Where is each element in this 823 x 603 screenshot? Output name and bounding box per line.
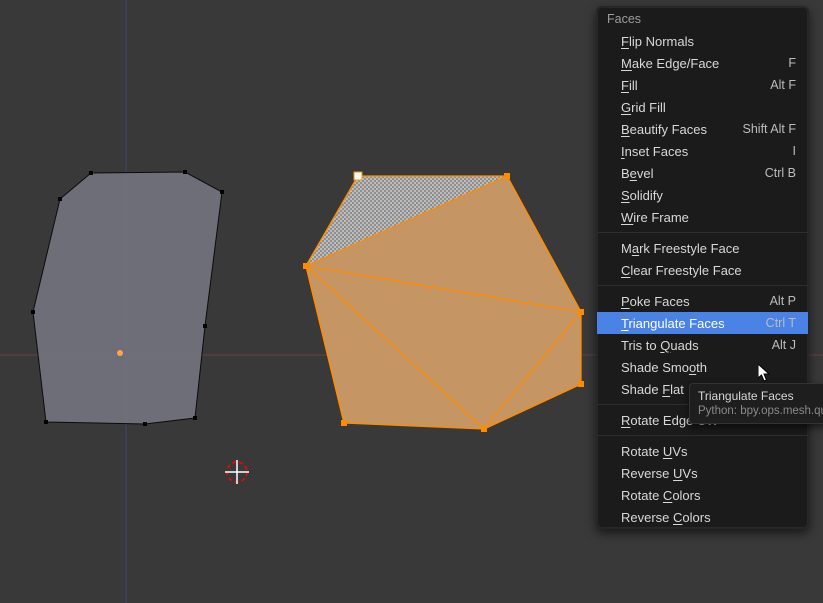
menu-item-mark-freestyle-face[interactable]: Mark Freestyle Face	[597, 237, 808, 259]
menu-item-label: Fill	[621, 78, 760, 93]
tooltip-python: Python: bpy.ops.mesh.quads_convert_to_tr…	[698, 405, 820, 417]
menu-item-label: Reverse UVs	[621, 466, 786, 481]
menu-item-label: Poke Faces	[621, 294, 760, 309]
menu-item-rotate-colors[interactable]: Rotate Colors	[597, 484, 808, 506]
menu-item-label: Beautify Faces	[621, 122, 733, 137]
menu-item-fill[interactable]: FillAlt F	[597, 74, 808, 96]
faces-context-menu[interactable]: Faces Flip NormalsMake Edge/FaceFFillAlt…	[596, 6, 809, 529]
menu-separator	[597, 285, 808, 286]
menu-item-shortcut: Ctrl T	[756, 316, 796, 330]
tooltip: Triangulate Faces Python: bpy.ops.mesh.q…	[689, 383, 823, 424]
menu-item-shortcut: F	[778, 56, 796, 70]
menu-item-shortcut: Alt J	[762, 338, 796, 352]
menu-item-clear-freestyle-face[interactable]: Clear Freestyle Face	[597, 259, 808, 281]
menu-item-label: Tris to Quads	[621, 338, 762, 353]
menu-item-label: Flip Normals	[621, 34, 786, 49]
vertex-unselected[interactable]	[143, 422, 147, 426]
menu-item-label: Rotate UVs	[621, 444, 786, 459]
menu-item-wire-frame[interactable]: Wire Frame	[597, 206, 808, 228]
menu-item-make-edge-face[interactable]: Make Edge/FaceF	[597, 52, 808, 74]
vertex-selected[interactable]	[303, 263, 309, 269]
menu-item-beautify-faces[interactable]: Beautify FacesShift Alt F	[597, 118, 808, 140]
vertex-selected[interactable]	[578, 381, 584, 387]
menu-item-label: Shade Smooth	[621, 360, 786, 375]
menu-item-shortcut: Alt P	[760, 294, 796, 308]
menu-item-triangulate-faces[interactable]: Triangulate FacesCtrl T	[597, 312, 808, 334]
vertex-unselected[interactable]	[31, 310, 35, 314]
menu-item-label: Wire Frame	[621, 210, 786, 225]
vertex-unselected[interactable]	[89, 171, 93, 175]
menu-item-label: Bevel	[621, 166, 755, 181]
menu-item-shortcut: Shift Alt F	[733, 122, 797, 136]
vertex-unselected[interactable]	[183, 170, 187, 174]
menu-item-label: Solidify	[621, 188, 786, 203]
vertex-selected[interactable]	[341, 420, 347, 426]
menu-item-inset-faces[interactable]: Inset FacesI	[597, 140, 808, 162]
menu-item-label: Make Edge/Face	[621, 56, 778, 71]
mesh-face-unselected[interactable]	[33, 172, 222, 424]
menu-item-shortcut: I	[783, 144, 796, 158]
menu-item-label: Triangulate Faces	[621, 316, 756, 331]
menu-separator	[597, 435, 808, 436]
menu-item-label: Clear Freestyle Face	[621, 263, 786, 278]
menu-item-label: Rotate Colors	[621, 488, 786, 503]
vertex-unselected[interactable]	[220, 190, 224, 194]
menu-item-bevel[interactable]: BevelCtrl B	[597, 162, 808, 184]
vertex-unselected[interactable]	[44, 420, 48, 424]
menu-title: Faces	[597, 7, 808, 30]
menu-item-reverse-uvs[interactable]: Reverse UVs	[597, 462, 808, 484]
vertex-selected[interactable]	[481, 426, 487, 432]
cursor-3d	[225, 460, 249, 484]
menu-item-tris-to-quads[interactable]: Tris to QuadsAlt J	[597, 334, 808, 356]
menu-item-label: Mark Freestyle Face	[621, 241, 786, 256]
menu-item-shortcut: Alt F	[760, 78, 796, 92]
menu-separator	[597, 232, 808, 233]
menu-item-shortcut: Ctrl B	[755, 166, 796, 180]
vertex-selected[interactable]	[578, 309, 584, 315]
object-origin-left	[117, 350, 123, 356]
menu-item-label: Grid Fill	[621, 100, 786, 115]
menu-item-reverse-colors[interactable]: Reverse Colors	[597, 506, 808, 528]
menu-item-grid-fill[interactable]: Grid Fill	[597, 96, 808, 118]
menu-item-label: Reverse Colors	[621, 510, 786, 525]
vertex-unselected[interactable]	[203, 324, 207, 328]
tooltip-title: Triangulate Faces	[698, 389, 820, 403]
menu-item-flip-normals[interactable]: Flip Normals	[597, 30, 808, 52]
vertex-unselected[interactable]	[193, 416, 197, 420]
menu-item-poke-faces[interactable]: Poke FacesAlt P	[597, 290, 808, 312]
vertex-selected[interactable]	[504, 173, 510, 179]
menu-item-label: Inset Faces	[621, 144, 783, 159]
menu-item-shade-smooth[interactable]: Shade Smooth	[597, 356, 808, 378]
vertex-active[interactable]	[354, 172, 362, 180]
menu-item-solidify[interactable]: Solidify	[597, 184, 808, 206]
vertex-unselected[interactable]	[58, 197, 62, 201]
menu-item-rotate-uvs[interactable]: Rotate UVs	[597, 440, 808, 462]
